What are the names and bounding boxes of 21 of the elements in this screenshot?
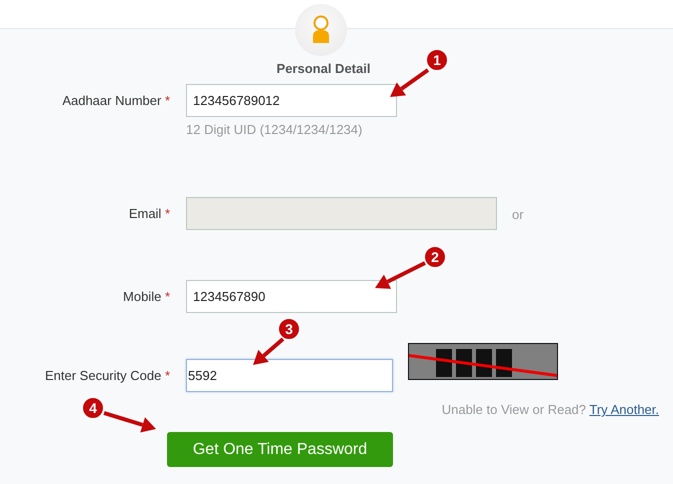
input-field[interactable]: 5592 — [186, 359, 393, 392]
section-title: Personal Detail — [276, 61, 372, 76]
input-field[interactable]: 123456789012 — [186, 84, 397, 117]
or-text: or — [512, 206, 524, 222]
try-another-link[interactable]: Try Another. — [589, 402, 659, 417]
pointer-arrow — [375, 261, 426, 289]
step-badge: 2 — [424, 246, 446, 268]
field-label: Enter Security Code * — [44, 367, 171, 383]
pointer-arrow — [253, 337, 284, 365]
submit-button[interactable]: Get One Time Password — [167, 432, 393, 467]
field-label: Mobile * — [122, 288, 171, 304]
captcha-help: Unable to View or Read? Try Another. — [442, 402, 659, 417]
step-badge: 3 — [278, 318, 300, 340]
field-label: Email * — [128, 205, 171, 221]
pointer-arrow — [103, 411, 156, 433]
field-hint: 12 Digit UID (1234/1234/1234) — [186, 122, 364, 137]
input-field[interactable]: 1234567890 — [186, 280, 397, 313]
pointer-arrow — [390, 68, 430, 97]
step-badge: 4 — [82, 397, 104, 419]
field-label: Aadhaar Number * — [61, 92, 171, 108]
step-badge: 1 — [426, 49, 448, 71]
